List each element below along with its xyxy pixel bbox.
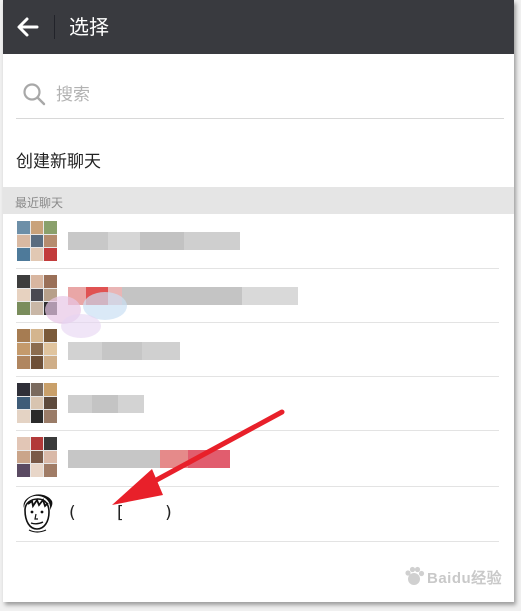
create-new-chat-label: 创建新聊天 bbox=[16, 152, 101, 172]
blurred-chat-name bbox=[68, 450, 230, 468]
create-new-chat-button[interactable]: 创建新聊天 bbox=[16, 135, 504, 181]
paw-logo-icon bbox=[405, 566, 425, 585]
watermark-text: Baidu经验 bbox=[427, 570, 503, 587]
baidu-watermark: Baidu经验 bbox=[403, 563, 508, 589]
blurred-chat-name bbox=[68, 395, 144, 413]
blurred-chat-name bbox=[68, 232, 240, 250]
chat-row[interactable] bbox=[3, 431, 514, 485]
chat-row[interactable] bbox=[3, 215, 514, 269]
title-bar: 选择 bbox=[3, 0, 514, 54]
contact-row[interactable]: ( [ ) bbox=[3, 488, 514, 542]
title-divider bbox=[54, 15, 55, 39]
search-icon bbox=[23, 83, 46, 106]
back-button[interactable] bbox=[11, 10, 45, 44]
group-avatar bbox=[17, 221, 57, 261]
recent-chats-label: 最近聊天 bbox=[15, 196, 64, 210]
group-avatar bbox=[17, 437, 57, 477]
arrow-left-icon bbox=[17, 17, 39, 37]
app-frame: 选择 创建新聊天 最近聊天 bbox=[3, 0, 514, 602]
row-divider bbox=[16, 486, 499, 487]
watermark-swirl-icon bbox=[45, 292, 127, 338]
search-bar[interactable] bbox=[16, 72, 504, 119]
chat-row[interactable] bbox=[3, 377, 514, 431]
search-input[interactable] bbox=[54, 80, 488, 110]
page-title: 选择 bbox=[69, 15, 109, 39]
row-divider bbox=[16, 541, 499, 542]
contact-name: ( [ ) bbox=[69, 503, 190, 523]
recent-chats-header: 最近聊天 bbox=[3, 187, 514, 214]
group-avatar bbox=[17, 383, 57, 423]
cartoon-face-avatar bbox=[23, 494, 53, 533]
